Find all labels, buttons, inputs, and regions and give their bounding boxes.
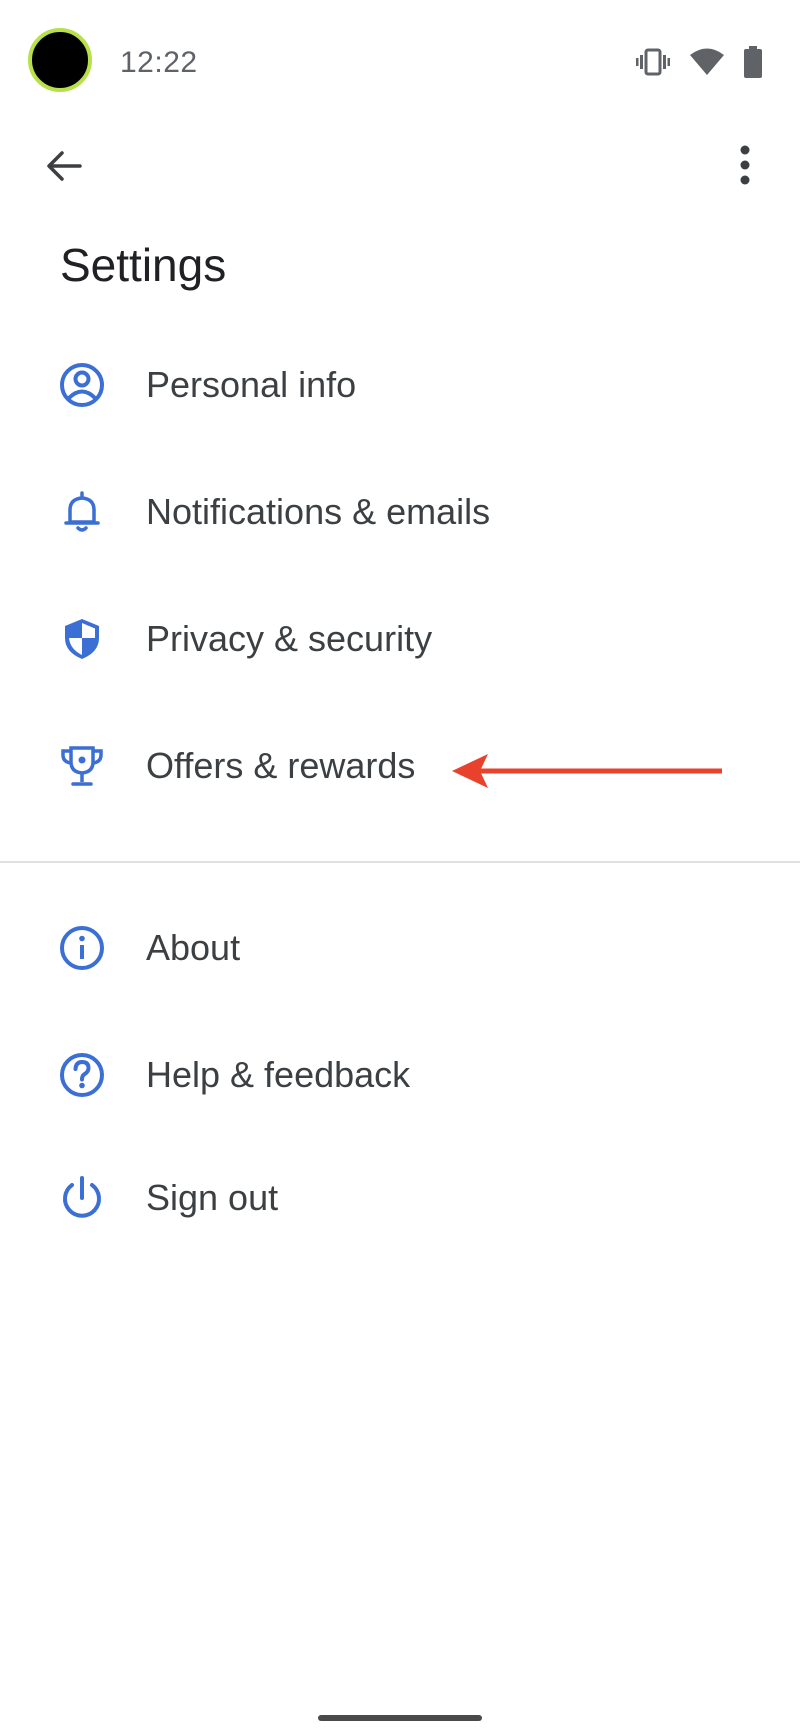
help-icon <box>58 1051 106 1099</box>
arrow-back-icon <box>47 151 82 181</box>
menu-item-privacy-security[interactable]: Privacy & security <box>0 589 800 689</box>
menu-label: Offers & rewards <box>146 745 416 786</box>
menu-label: About <box>146 927 241 968</box>
power-icon <box>58 1174 106 1222</box>
vibrate-icon <box>636 47 670 77</box>
bell-icon <box>58 488 106 536</box>
shield-icon <box>58 615 106 663</box>
info-icon <box>58 924 106 972</box>
menu-label: Privacy & security <box>146 618 433 659</box>
account-circle-icon <box>58 361 106 409</box>
trophy-icon <box>58 742 106 790</box>
home-indicator[interactable] <box>318 1715 482 1721</box>
page-title: Settings <box>60 239 227 291</box>
annotation-arrow-icon <box>452 754 722 788</box>
menu-label: Notifications & emails <box>146 491 491 532</box>
menu-item-help-feedback[interactable]: Help & feedback <box>0 1025 800 1125</box>
menu-label: Personal info <box>146 364 357 405</box>
status-icons <box>636 42 762 82</box>
section-divider <box>0 861 800 863</box>
camera-cutout <box>28 28 92 92</box>
menu-item-notifications[interactable]: Notifications & emails <box>0 462 800 562</box>
menu-label: Sign out <box>146 1177 279 1218</box>
back-button[interactable] <box>40 142 88 190</box>
wifi-icon <box>690 48 724 76</box>
more-options-button[interactable] <box>730 140 760 190</box>
battery-icon <box>744 46 762 78</box>
status-bar: 12:22 <box>0 0 800 120</box>
app-bar <box>0 130 800 200</box>
menu-label: Help & feedback <box>146 1054 411 1095</box>
menu-item-about[interactable]: About <box>0 898 800 998</box>
status-time: 12:22 <box>120 46 198 79</box>
menu-item-personal-info[interactable]: Personal info <box>0 335 800 435</box>
more-vert-icon <box>740 145 750 185</box>
menu-item-sign-out[interactable]: Sign out <box>0 1148 800 1248</box>
